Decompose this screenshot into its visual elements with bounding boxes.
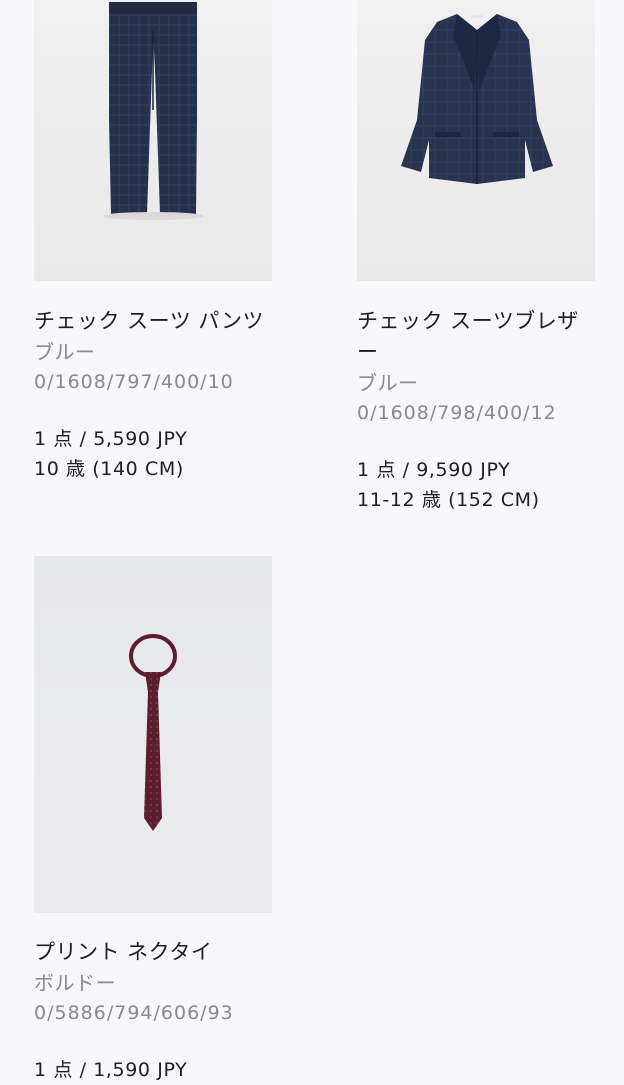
product-color: ボルドー (34, 971, 116, 995)
product-image[interactable] (34, 0, 272, 281)
product-card[interactable]: チェック スーツ パンツ ブルー 0/1608/797/400/10 1 点 /… (34, 0, 284, 484)
product-size: 11-12 歳 (152 CM) (357, 489, 540, 511)
product-reference: 0/1608/797/400/10 (34, 371, 234, 393)
product-size: 10 歳 (140 CM) (34, 458, 184, 480)
product-name[interactable]: チェック スーツ パンツ (34, 306, 272, 337)
product-quantity-price: 1 点 / 9,590 JPY (357, 459, 511, 481)
navy-check-trousers-image (103, 2, 203, 220)
product-reference: 0/5886/794/606/93 (34, 1002, 234, 1024)
product-image[interactable] (357, 0, 595, 281)
product-reference: 0/1608/798/400/12 (357, 402, 557, 424)
product-color: ブルー (34, 340, 96, 364)
product-quantity-price: 1 点 / 1,590 JPY (34, 1059, 188, 1081)
product-image[interactable] (34, 556, 272, 913)
product-name[interactable]: プリント ネクタイ (34, 937, 272, 968)
product-quantity-price: 1 点 / 5,590 JPY (34, 428, 188, 450)
order-items-grid: チェック スーツ パンツ ブルー 0/1608/797/400/10 1 点 /… (0, 0, 624, 1081)
navy-check-blazer-image (401, 14, 553, 184)
product-name[interactable]: チェック スーツブレザー (357, 306, 595, 368)
product-card[interactable]: チェック スーツブレザー ブルー 0/1608/798/400/12 1 点 /… (357, 0, 607, 515)
product-color: ブルー (357, 371, 419, 395)
burgundy-print-tie-image (129, 634, 177, 831)
product-card[interactable]: プリント ネクタイ ボルドー 0/5886/794/606/93 1 点 / 1… (34, 556, 284, 1085)
